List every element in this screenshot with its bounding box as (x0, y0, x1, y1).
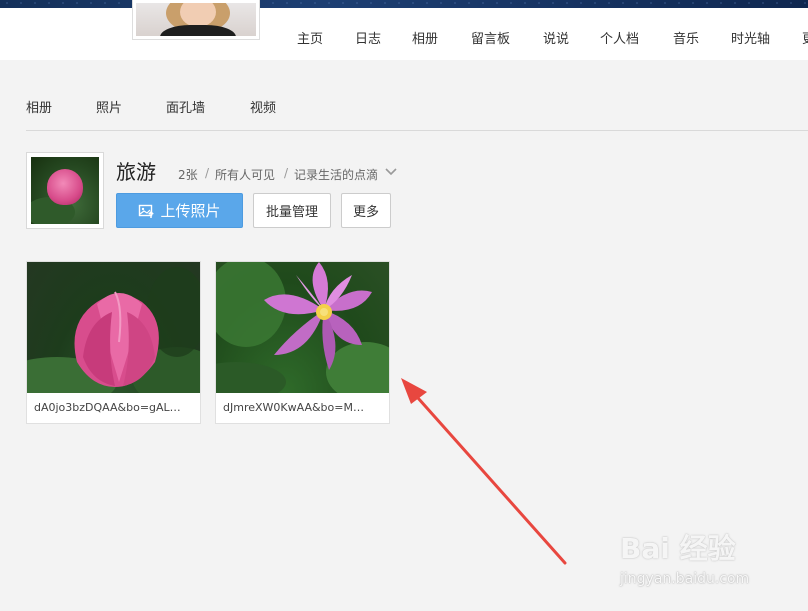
meta-separator: / (284, 166, 289, 180)
photo-thumbnail[interactable] (27, 262, 200, 393)
nav-timeline[interactable]: 时光轴 (731, 28, 770, 47)
nav-home[interactable]: 主页 (297, 28, 323, 47)
subnav-photos[interactable]: 照片 (96, 97, 122, 116)
lotus-bud-image (27, 267, 200, 393)
top-banner (0, 0, 808, 8)
subnav-albums[interactable]: 相册 (26, 97, 52, 116)
chevron-down-icon[interactable] (384, 165, 398, 179)
meta-separator: / (205, 166, 210, 180)
baidu-jingyan-watermark: Bai 经验 jingyan.baidu.com (620, 527, 770, 597)
batch-manage-button[interactable]: 批量管理 (253, 193, 331, 228)
upload-button-label: 上传照片 (160, 202, 221, 220)
watermark-site: jingyan.baidu.com (620, 571, 750, 587)
photo-thumbnail[interactable] (216, 262, 389, 393)
subnav-videos[interactable]: 视频 (250, 97, 276, 116)
nav-album[interactable]: 相册 (412, 28, 438, 47)
album-cover[interactable] (26, 152, 104, 229)
nav-profile[interactable]: 个人档 (600, 28, 639, 47)
photo-card[interactable]: dJmreXW0KwAA&bo=M… (215, 261, 390, 424)
more-button[interactable]: 更多 (341, 193, 391, 228)
main-nav: 主页 日志 相册 留言板 说说 个人档 音乐 时光轴 更 (0, 28, 808, 47)
watermark-logo: Bai 经验 (620, 532, 736, 565)
upload-photo-button[interactable]: 上传照片 (116, 193, 243, 228)
album-description: 记录生活的点滴 (294, 168, 379, 182)
photo-caption[interactable]: dJmreXW0KwAA&bo=M… (216, 393, 389, 423)
nav-blog[interactable]: 日志 (355, 28, 381, 47)
album-subnav: 相册 照片 面孔墙 视频 (26, 97, 808, 131)
photo-card[interactable]: dA0jo3bzDQAA&bo=gAL… (26, 261, 201, 424)
visibility-label: 所有人可见 (215, 168, 276, 182)
nav-more[interactable]: 更 (802, 28, 808, 47)
nav-guestbook[interactable]: 留言板 (471, 28, 510, 47)
photo-caption[interactable]: dA0jo3bzDQAA&bo=gAL… (27, 393, 200, 423)
nav-music[interactable]: 音乐 (673, 28, 699, 47)
nav-shuoshuo[interactable]: 说说 (543, 28, 569, 47)
photo-count: 2张 (178, 168, 198, 182)
album-title: 旅游 (116, 160, 156, 184)
upload-image-icon (139, 204, 155, 218)
lotus-flower-image (216, 262, 389, 393)
subnav-faces[interactable]: 面孔墙 (166, 97, 205, 116)
